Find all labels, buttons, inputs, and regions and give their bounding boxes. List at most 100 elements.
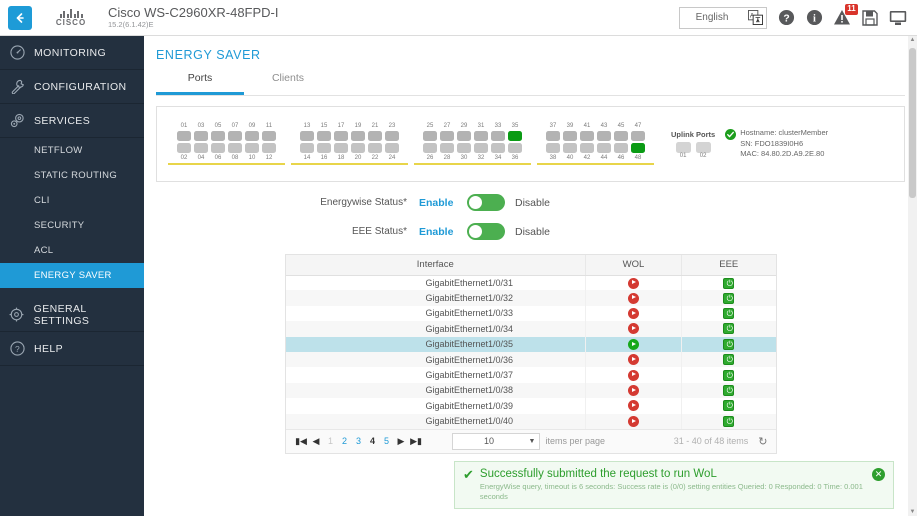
- scrollbar-thumb[interactable]: [909, 48, 916, 198]
- port-block[interactable]: [580, 143, 594, 153]
- refresh-icon[interactable]: ↻: [758, 435, 767, 448]
- port-block[interactable]: [351, 131, 365, 141]
- port-block[interactable]: [300, 143, 314, 153]
- port-block[interactable]: [508, 131, 522, 141]
- save-icon[interactable]: [861, 9, 879, 27]
- port-block[interactable]: [368, 131, 382, 141]
- port-block[interactable]: [614, 143, 628, 153]
- eee-power-icon[interactable]: [723, 384, 735, 397]
- port-block[interactable]: [614, 131, 628, 141]
- table-row[interactable]: GigabitEthernet1/0/35: [285, 336, 776, 352]
- port-block[interactable]: [631, 143, 645, 153]
- page-number-5[interactable]: 5: [380, 436, 394, 446]
- port-block[interactable]: [194, 131, 208, 141]
- port-block[interactable]: [385, 143, 399, 153]
- table-row[interactable]: GigabitEthernet1/0/38: [285, 382, 776, 399]
- port-block[interactable]: [211, 131, 225, 141]
- port-block[interactable]: [334, 143, 348, 153]
- port-block[interactable]: [457, 143, 471, 153]
- close-icon[interactable]: ✕: [872, 468, 885, 481]
- port-block[interactable]: [474, 131, 488, 141]
- port-block[interactable]: [262, 143, 276, 153]
- port-block[interactable]: [211, 143, 225, 153]
- port-block[interactable]: [546, 131, 560, 141]
- last-page-icon[interactable]: ▶▮: [409, 436, 424, 447]
- wol-run-icon[interactable]: [628, 292, 639, 304]
- table-row[interactable]: GigabitEthernet1/0/33: [285, 305, 776, 322]
- back-button[interactable]: [8, 5, 32, 30]
- port-block[interactable]: [597, 131, 611, 141]
- help-icon[interactable]: ?: [777, 9, 795, 27]
- port-block[interactable]: [177, 131, 191, 141]
- port-block[interactable]: [228, 131, 242, 141]
- sidebar-item-static-routing[interactable]: STATIC ROUTING: [0, 163, 144, 188]
- monitor-icon[interactable]: [889, 9, 907, 27]
- uplink-port-block[interactable]: [695, 141, 711, 153]
- sidebar-item-general-settings[interactable]: GENERAL SETTINGS: [0, 298, 144, 332]
- wol-run-icon[interactable]: [628, 354, 639, 366]
- port-block[interactable]: [423, 131, 437, 141]
- port-block[interactable]: [317, 143, 331, 153]
- tab-clients[interactable]: Clients: [244, 72, 332, 95]
- table-row[interactable]: GigabitEthernet1/0/32: [285, 290, 776, 306]
- language-selector[interactable]: English A: [679, 6, 767, 29]
- table-row[interactable]: GigabitEthernet1/0/40: [285, 413, 776, 429]
- port-block[interactable]: [385, 131, 399, 141]
- sidebar-item-energy-saver[interactable]: ENERGY SAVER: [0, 263, 144, 288]
- sidebar-item-services[interactable]: SERVICES: [0, 104, 144, 138]
- wol-run-icon[interactable]: [628, 415, 639, 427]
- port-block[interactable]: [245, 131, 259, 141]
- port-block[interactable]: [491, 131, 505, 141]
- port-block[interactable]: [245, 143, 259, 153]
- eee-power-icon[interactable]: [723, 400, 735, 412]
- eee-power-icon[interactable]: [723, 338, 735, 351]
- port-block[interactable]: [491, 143, 505, 153]
- wol-running-icon[interactable]: [628, 338, 639, 350]
- column-header-interface[interactable]: Interface: [285, 255, 586, 276]
- port-block[interactable]: [368, 143, 382, 153]
- scroll-down-icon[interactable]: ▼: [909, 509, 916, 515]
- sidebar-item-monitoring[interactable]: MONITORING: [0, 36, 144, 70]
- table-row[interactable]: GigabitEthernet1/0/31: [285, 275, 776, 291]
- port-block[interactable]: [423, 143, 437, 153]
- prev-page-icon[interactable]: ◀: [309, 436, 324, 447]
- sidebar-item-security[interactable]: SECURITY: [0, 213, 144, 238]
- table-row[interactable]: GigabitEthernet1/0/36: [285, 351, 776, 368]
- sidebar-item-help[interactable]: ? HELP: [0, 332, 144, 366]
- port-block[interactable]: [194, 143, 208, 153]
- port-block[interactable]: [563, 143, 577, 153]
- eee-power-icon[interactable]: [723, 308, 735, 320]
- port-block[interactable]: [317, 131, 331, 141]
- alert-triangle-icon[interactable]: 11: [833, 3, 858, 27]
- wol-run-icon[interactable]: [628, 369, 639, 381]
- eee-status-toggle[interactable]: [467, 223, 505, 240]
- table-row[interactable]: GigabitEthernet1/0/39: [285, 398, 776, 414]
- energywise-status-toggle[interactable]: [467, 194, 505, 211]
- eee-power-icon[interactable]: [723, 323, 735, 335]
- port-block[interactable]: [262, 131, 276, 141]
- eee-power-icon[interactable]: [723, 292, 735, 305]
- wol-run-icon[interactable]: [628, 277, 639, 289]
- wol-run-icon[interactable]: [628, 323, 639, 335]
- eee-power-icon[interactable]: [723, 415, 735, 428]
- column-header-wol[interactable]: WOL: [585, 255, 682, 276]
- port-block[interactable]: [597, 143, 611, 153]
- next-page-icon[interactable]: ▶: [394, 436, 409, 447]
- tab-ports[interactable]: Ports: [156, 72, 244, 95]
- port-block[interactable]: [474, 143, 488, 153]
- page-scrollbar[interactable]: ▲ ▼: [908, 36, 917, 516]
- port-block[interactable]: [351, 143, 365, 153]
- port-block[interactable]: [457, 131, 471, 141]
- eee-power-icon[interactable]: [723, 369, 735, 382]
- sidebar-item-configuration[interactable]: CONFIGURATION: [0, 70, 144, 104]
- column-header-eee[interactable]: EEE: [681, 255, 776, 276]
- port-block[interactable]: [631, 131, 645, 141]
- table-row[interactable]: GigabitEthernet1/0/34: [285, 321, 776, 337]
- port-block[interactable]: [334, 131, 348, 141]
- page-number-3[interactable]: 3: [352, 436, 366, 446]
- port-block[interactable]: [546, 143, 560, 153]
- eee-power-icon[interactable]: [723, 354, 735, 366]
- info-icon[interactable]: i: [805, 9, 823, 27]
- first-page-icon[interactable]: ▮◀: [294, 436, 309, 447]
- port-block[interactable]: [580, 131, 594, 141]
